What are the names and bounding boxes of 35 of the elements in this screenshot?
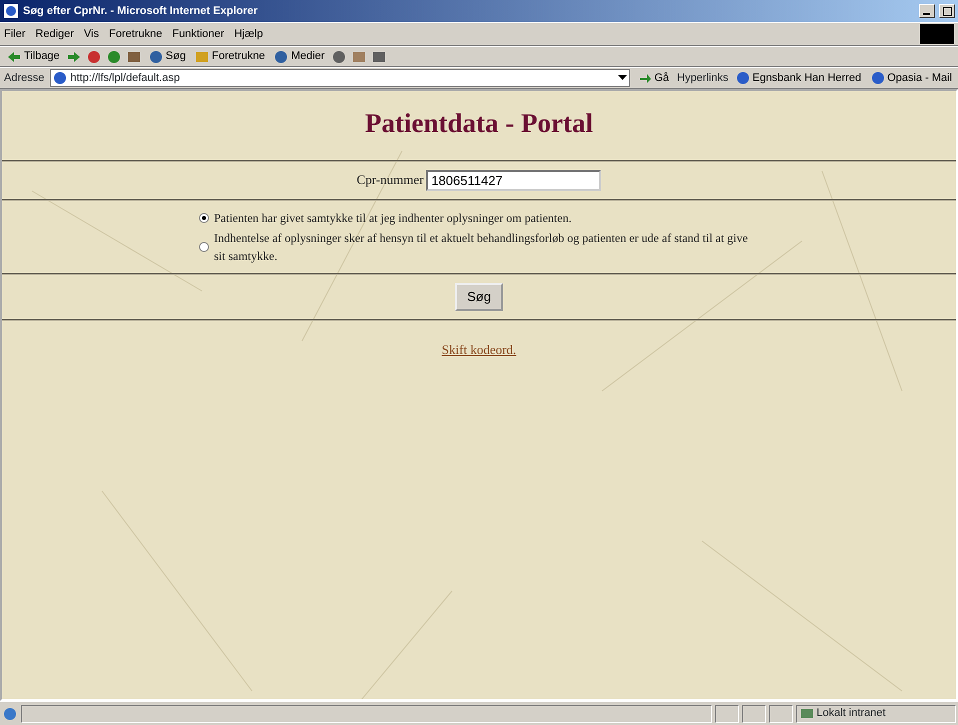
maximize-button[interactable]: [939, 4, 955, 18]
links-label: Hyperlinks: [677, 70, 728, 86]
address-field[interactable]: http://lfs/lpl/default.asp: [50, 69, 630, 87]
menu-item[interactable]: Funktioner: [172, 26, 224, 42]
change-password-link[interactable]: Skift kodeord.: [442, 340, 516, 360]
search-button[interactable]: Søg: [455, 283, 503, 311]
page-heading: Patientdata - Portal: [364, 107, 594, 140]
cpr-field[interactable]: 1806511427: [426, 170, 602, 190]
option-text: Patienten har givet samtykke til at jeg indhenter oplysninger om patienten.: [214, 210, 572, 226]
cpr-label: Cpr-nummer: [356, 171, 424, 190]
menu-item[interactable]: Vis: [84, 26, 100, 42]
go-button[interactable]: Gå: [636, 70, 671, 86]
menu-item[interactable]: Foretrukne: [109, 26, 162, 42]
status-pane: [715, 704, 739, 722]
app-icon: [3, 3, 19, 19]
favorites-button[interactable]: Foretrukne: [192, 48, 268, 65]
status-pane: [769, 704, 793, 722]
media-button[interactable]: Medier: [271, 48, 327, 65]
window-title: Søg efter CprNr. - Microsoft Internet Explorer: [23, 4, 259, 19]
option-text: Indhentelse af oplysninger sker af hensyn til et aktuelt behandlingsforløb og patienten er ude af stand til at give sit samtykke.: [214, 230, 749, 266]
dropdown-arrow-icon: [618, 74, 628, 81]
menu-item[interactable]: Hjælp: [234, 26, 263, 42]
radio-button[interactable]: [199, 212, 209, 222]
zone-label: Lokalt intranet: [816, 706, 886, 722]
menu-item[interactable]: Filer: [4, 26, 26, 42]
minimize-button[interactable]: [919, 4, 935, 18]
radio-button[interactable]: [199, 242, 209, 252]
maximize-icon: [942, 6, 952, 16]
search-button[interactable]: Søg: [146, 48, 188, 65]
link-button[interactable]: Egnsbank Han Herred: [734, 70, 864, 86]
status-pane: [742, 704, 766, 722]
menu-item[interactable]: Rediger: [35, 26, 74, 42]
address-label: Adresse: [4, 70, 44, 86]
link-button[interactable]: Opasia - Mail: [869, 70, 954, 86]
back-button[interactable]: Tilbage: [4, 48, 62, 65]
